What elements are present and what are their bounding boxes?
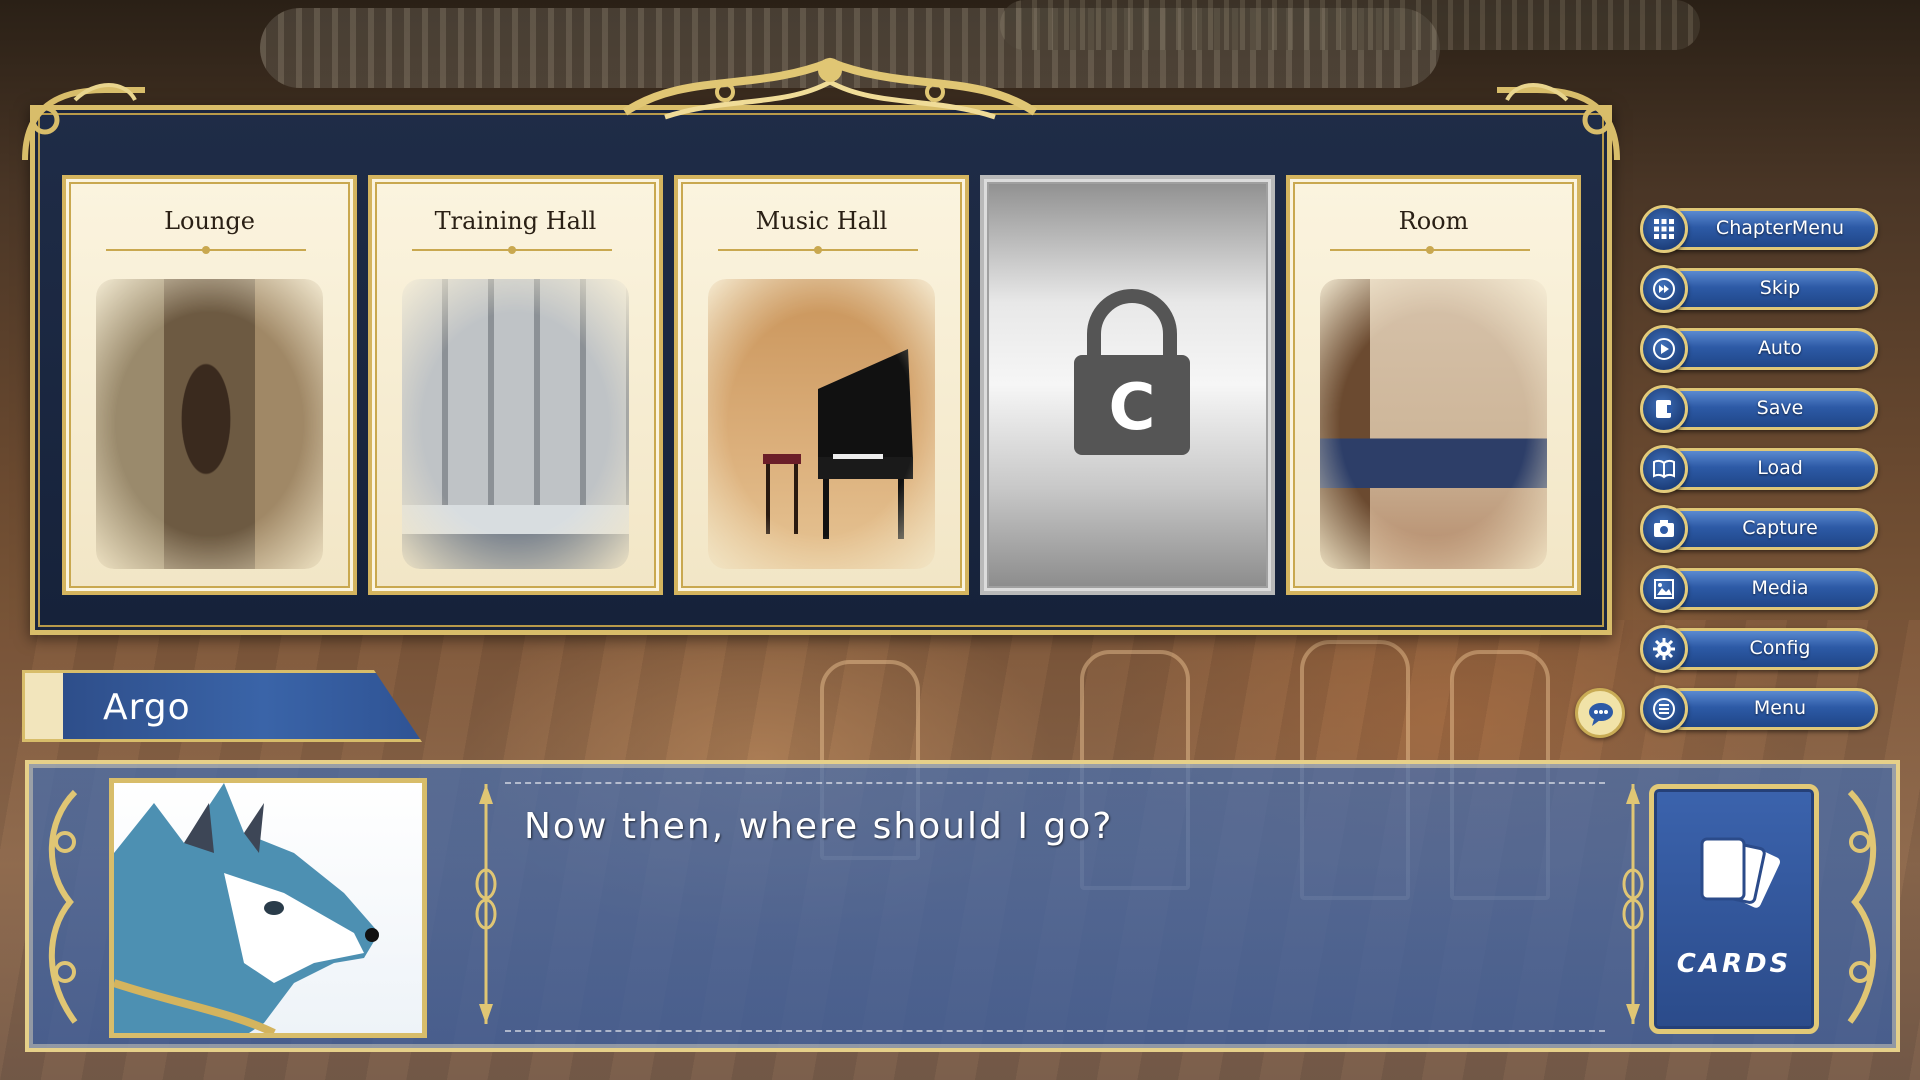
dialog-box[interactable]: Now then, where should I go? CARDS	[25, 760, 1900, 1052]
background-ceiling-duct	[1000, 0, 1700, 50]
card-divider-ornament	[718, 246, 918, 254]
fast-forward-icon	[1640, 265, 1688, 313]
padlock-icon: C	[1074, 289, 1190, 455]
location-card-room[interactable]: Room	[1286, 175, 1581, 595]
button-label: Load	[1757, 457, 1803, 479]
image-gallery-icon	[1640, 565, 1688, 613]
gold-vertical-ornament	[1622, 784, 1644, 1024]
open-book-icon	[1640, 445, 1688, 493]
gear-icon	[1640, 625, 1688, 673]
cards-button[interactable]: CARDS	[1649, 784, 1819, 1034]
button-label: Skip	[1759, 277, 1801, 299]
lock-letter: C	[1109, 371, 1156, 445]
location-card-title: Music Hall	[755, 207, 888, 235]
gold-scroll-ornament	[48, 789, 78, 1024]
location-card-locked[interactable]: C	[980, 175, 1275, 595]
button-label: Save	[1756, 397, 1804, 419]
gold-scroll-ornament	[1847, 789, 1877, 1024]
room-photo	[1320, 279, 1547, 569]
gold-scroll-ornament	[1497, 83, 1620, 161]
lounge-photo	[96, 279, 323, 569]
button-label: ChapterMenu	[1715, 217, 1845, 239]
location-card-title: Lounge	[164, 207, 255, 235]
gold-vertical-ornament	[475, 784, 497, 1024]
gold-crest-ornament	[622, 57, 1038, 120]
button-label: Menu	[1753, 697, 1807, 719]
save-button[interactable]: Save	[1640, 385, 1880, 433]
playing-cards-icon	[1700, 837, 1780, 908]
button-label: Config	[1749, 637, 1811, 659]
location-card-lounge[interactable]: Lounge	[62, 175, 357, 595]
location-select-panel: Lounge Training Hall Music Hall C Room	[22, 83, 1620, 635]
skip-button[interactable]: Skip	[1640, 265, 1880, 313]
button-label: Media	[1751, 577, 1809, 599]
location-card-title: Training Hall	[434, 207, 597, 235]
speaker-portrait	[109, 778, 427, 1038]
capture-button[interactable]: Capture	[1640, 505, 1880, 553]
cards-label: CARDS	[1676, 949, 1792, 979]
training-hall-photo	[402, 279, 629, 569]
save-book-icon	[1640, 385, 1688, 433]
speech-bubble-icon	[1589, 703, 1613, 726]
config-button[interactable]: Config	[1640, 625, 1880, 673]
chaptermenu-button[interactable]: ChapterMenu	[1640, 205, 1880, 253]
dialog-text: Now then, where should I go?	[524, 806, 1114, 847]
wolf-character-portrait	[114, 783, 379, 1033]
menu-button[interactable]: Menu	[1640, 685, 1880, 733]
button-label: Capture	[1742, 517, 1818, 539]
dialog-divider-bottom	[505, 1030, 1605, 1032]
media-button[interactable]: Media	[1640, 565, 1880, 613]
gold-scroll-ornament	[22, 83, 145, 161]
location-card-music-hall[interactable]: Music Hall	[674, 175, 969, 595]
auto-button[interactable]: Auto	[1640, 325, 1880, 373]
speaker-nameplate: Argo	[22, 670, 422, 742]
location-card-title: Room	[1398, 207, 1469, 235]
hamburger-icon	[1640, 685, 1688, 733]
speaker-name: Argo	[103, 687, 191, 728]
load-button[interactable]: Load	[1640, 445, 1880, 493]
play-icon	[1640, 325, 1688, 373]
location-card-training-hall[interactable]: Training Hall	[368, 175, 663, 595]
music-hall-photo	[708, 279, 935, 569]
grand-piano-illustration	[763, 349, 913, 539]
dialog-divider-top	[505, 782, 1605, 784]
card-divider-ornament	[1330, 246, 1530, 254]
card-divider-ornament	[412, 246, 612, 254]
card-divider-ornament	[106, 246, 306, 254]
camera-icon	[1640, 505, 1688, 553]
backlog-button[interactable]	[1575, 688, 1625, 738]
button-label: Auto	[1757, 337, 1803, 359]
grid-icon	[1640, 205, 1688, 253]
